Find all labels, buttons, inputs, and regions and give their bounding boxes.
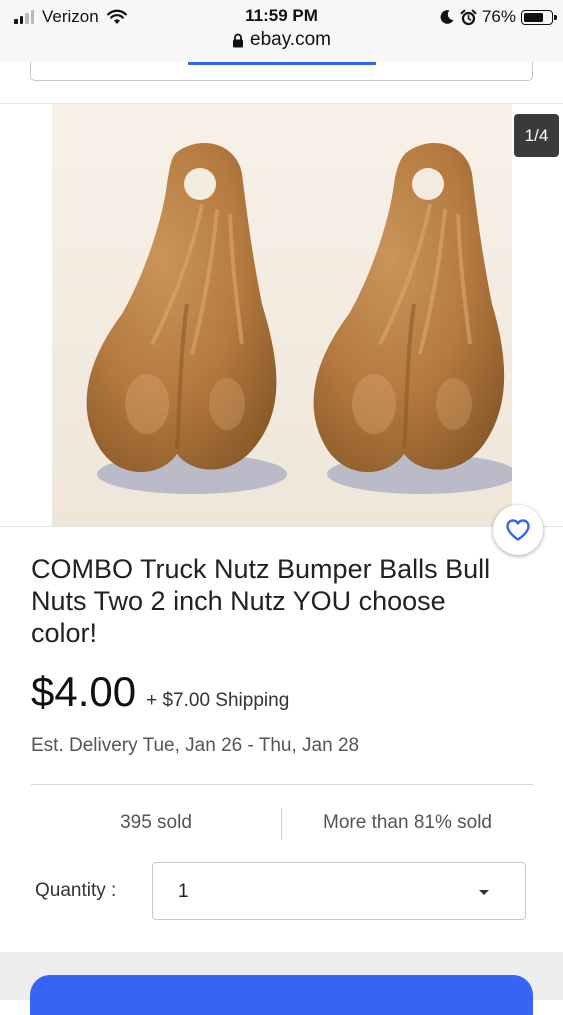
chevron-down-icon xyxy=(479,890,489,895)
battery-percent: 76% xyxy=(481,7,516,26)
image-gallery[interactable] xyxy=(0,104,563,526)
buy-it-now-button[interactable] xyxy=(30,975,533,1015)
shipping-cost: + $7.00 Shipping xyxy=(146,690,290,711)
sold-percent: More than 81% sold xyxy=(323,812,492,833)
product-photo xyxy=(52,104,512,526)
price-row: $4.00 + $7.00 Shipping xyxy=(31,668,289,716)
product-title: COMBO Truck Nutz Bumper Balls Bull Nuts … xyxy=(31,554,491,648)
price: $4.00 xyxy=(31,668,137,715)
product-image[interactable] xyxy=(52,104,512,526)
battery-fill xyxy=(524,12,543,22)
quantity-select[interactable]: 1 xyxy=(152,862,526,920)
quantity-value: 1 xyxy=(178,881,189,902)
heart-icon xyxy=(506,519,530,541)
divider xyxy=(0,526,563,527)
url-text: ebay.com xyxy=(250,29,331,50)
watch-button[interactable] xyxy=(493,505,543,555)
battery-icon xyxy=(521,9,557,25)
status-bar: Verizon 11:59 PM 76% ebay.com xyxy=(0,0,563,62)
quantity-label: Quantity : xyxy=(35,880,117,901)
delivery-estimate: Est. Delivery Tue, Jan 26 - Thu, Jan 28 xyxy=(31,735,360,756)
lock-icon xyxy=(233,33,244,47)
moon-icon xyxy=(440,10,454,24)
divider xyxy=(31,784,533,785)
alarm-icon xyxy=(460,9,477,25)
image-counter-badge: 1/4 xyxy=(514,114,559,157)
tab-indicator xyxy=(188,62,376,65)
status-right: 76% xyxy=(439,6,557,28)
sold-count: 395 sold xyxy=(120,812,192,833)
address-bar[interactable]: ebay.com xyxy=(0,29,563,51)
